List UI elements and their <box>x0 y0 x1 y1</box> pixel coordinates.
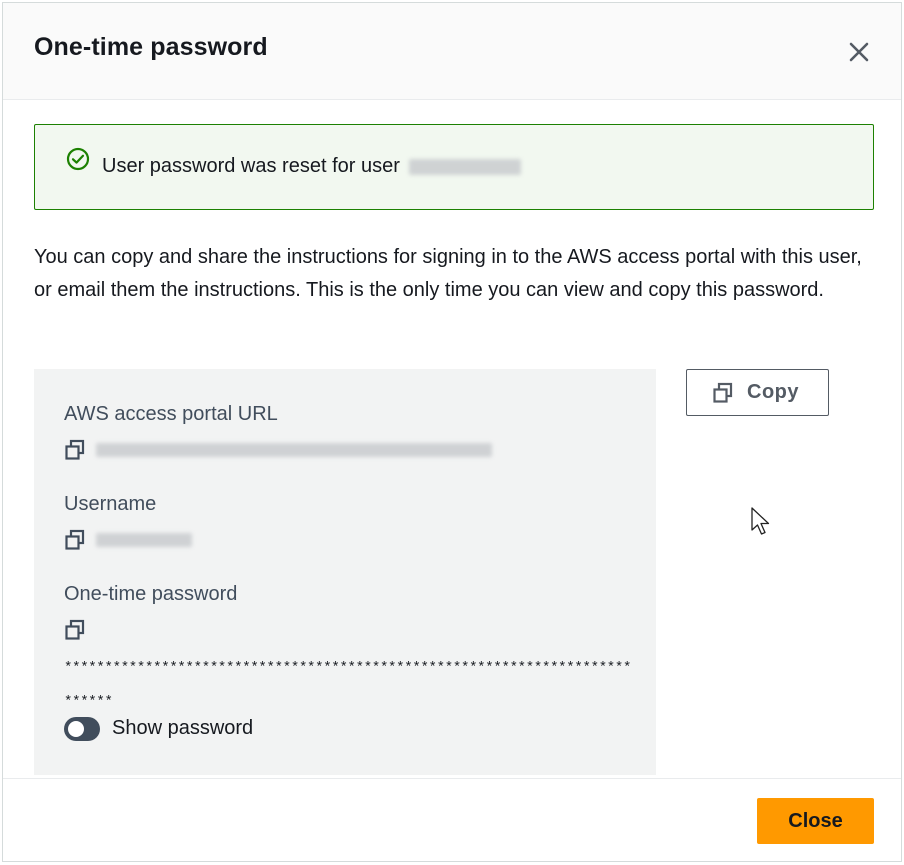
close-button[interactable]: Close <box>757 798 874 844</box>
mouse-pointer-icon <box>751 507 770 535</box>
credentials-panel: AWS access portal URL Username One-time … <box>34 369 656 775</box>
show-password-toggle[interactable] <box>64 717 100 741</box>
modal-title: One-time password <box>34 33 268 61</box>
copy-button[interactable]: Copy <box>686 369 829 416</box>
footer-divider <box>3 778 901 779</box>
masked-password: ****************************************… <box>64 660 632 710</box>
check-circle-icon <box>66 147 90 171</box>
toggle-knob <box>68 721 84 737</box>
intro-text: You can copy and share the instructions … <box>34 246 862 301</box>
portal-url-label: AWS access portal URL <box>64 403 278 425</box>
username-label: Username <box>64 493 157 515</box>
copy-portal-url-icon[interactable] <box>64 439 86 461</box>
redacted-username <box>409 158 522 175</box>
success-alert: User password was reset for user <box>34 124 874 210</box>
password-label: One-time password <box>64 583 238 605</box>
modal-header: One-time password <box>3 3 901 100</box>
alert-message: User password was reset for user <box>102 155 400 177</box>
copy-password-icon[interactable] <box>64 619 86 641</box>
copy-icon <box>713 382 733 403</box>
show-password-label: Show password <box>112 717 254 739</box>
close-icon[interactable] <box>846 39 872 65</box>
redacted-username-value <box>96 533 192 547</box>
one-time-password-modal: One-time password User password was rese… <box>2 2 902 862</box>
copy-button-label: Copy <box>747 381 799 403</box>
alert-text: User password was reset for user <box>102 155 522 178</box>
redacted-portal-url <box>96 443 492 457</box>
copy-username-icon[interactable] <box>64 529 86 551</box>
